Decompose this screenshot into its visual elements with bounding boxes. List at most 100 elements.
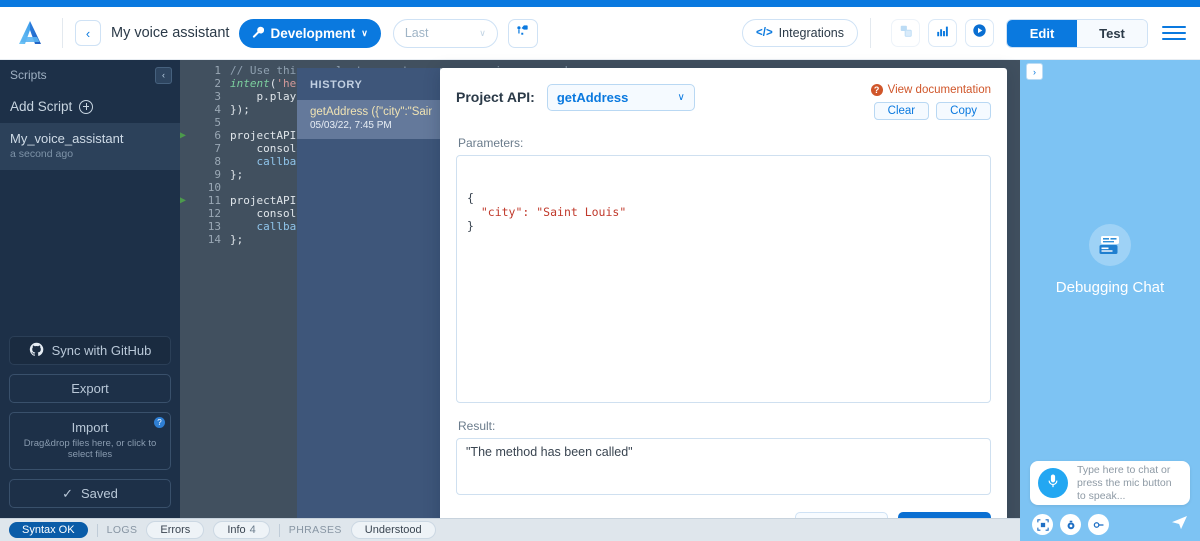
line-number: 4 [214,103,221,116]
line-number: 11 [207,194,221,207]
breakpoint-marker-icon[interactable] [180,116,192,129]
github-icon [29,342,44,360]
breakpoint-marker-icon[interactable] [180,155,192,168]
line-number: 3 [214,90,221,103]
app-header: ‹ My voice assistant Development ∨ Last … [0,7,1200,60]
sidebar-collapse-button[interactable]: ‹ [155,66,172,84]
breakpoint-marker-icon[interactable] [180,90,192,103]
breakpoint-marker-icon[interactable] [180,77,192,90]
analytics-button[interactable] [928,19,957,47]
breakpoint-marker-icon[interactable] [180,103,192,116]
edit-test-toggle[interactable]: Edit Test [1006,18,1148,48]
project-api-dialog: Project API: getAddress ∨ ? View documen… [440,68,1007,541]
copy-button[interactable]: Copy [936,102,991,120]
saved-status-button[interactable]: ✓ Saved [9,479,171,508]
help-badge-icon[interactable]: ? [154,417,165,428]
visual-state-icon[interactable] [1060,514,1081,535]
run-button[interactable] [965,19,994,47]
line-number: 5 [214,116,221,129]
clone-version-button[interactable] [507,18,538,48]
integrations-button[interactable]: </> Integrations [742,19,858,47]
sidebar-title: Scripts [10,68,47,82]
sidebar-footer: Sync with GitHub Export ? Import Drag&dr… [0,336,180,518]
line-number: 14 [207,233,221,246]
question-mark-icon: ? [870,84,883,96]
info-tab[interactable]: Info 4 [213,521,270,539]
back-button[interactable]: ‹ [75,20,101,46]
history-item-title: getAddress ({"city":"Sain... [310,106,432,118]
menu-button[interactable] [1162,22,1186,44]
scripts-sidebar: Scripts ‹ Add Script My_voice_assistant … [0,60,180,518]
errors-tab[interactable]: Errors [146,521,205,539]
view-documentation-link[interactable]: ? View documentation [870,84,991,96]
parameters-line: "city": "Saint Louis" [480,205,627,219]
tab-test[interactable]: Test [1077,19,1147,47]
breakpoint-marker-icon[interactable] [180,233,192,246]
add-script-button[interactable]: Add Script [0,90,180,123]
environment-label: Development [270,25,356,41]
sync-with-github-button[interactable]: Sync with GitHub [9,336,171,365]
back-chevron-icon: ‹ [85,25,91,41]
logs-label: LOGS [106,524,138,536]
understood-tab[interactable]: Understood [350,521,436,539]
send-icon[interactable] [1171,515,1188,535]
environment-selector[interactable]: Development ∨ [239,18,381,48]
parameters-input[interactable]: { "city": "Saint Louis"} [456,155,991,403]
code-brackets-icon: </> [756,27,773,39]
chat-empty-state: Debugging Chat [1020,60,1200,460]
project-api-label: Project API: [456,89,535,105]
breakpoint-marker-icon[interactable]: ▶ [180,194,192,207]
phrases-label: PHRASES [288,524,342,536]
api-method-select[interactable]: getAddress ∨ [546,84,695,111]
integrations-label: Integrations [778,26,844,40]
chevron-down-icon: ∨ [361,27,368,38]
status-bar: Syntax OK LOGS Errors Info 4 PHRASES Unde… [0,518,1020,541]
link-icon[interactable] [1088,514,1109,535]
sidebar-item-my-voice-assistant[interactable]: My_voice_assistant a second ago [0,123,180,170]
syntax-status-badge[interactable]: Syntax OK [9,522,88,538]
chevron-down-icon: ∨ [479,27,486,38]
import-dropzone[interactable]: ? Import Drag&drop files here, or click … [9,412,171,470]
tab-edit[interactable]: Edit [1007,19,1077,47]
breakpoint-marker-icon[interactable] [180,220,192,233]
breakpoint-marker-icon[interactable] [180,207,192,220]
line-number: 9 [214,168,221,181]
mic-button[interactable] [1038,468,1068,498]
github-label: Sync with GitHub [51,343,152,358]
line-number: 8 [214,155,221,168]
chat-input-row[interactable]: Type here to chat or press the mic butto… [1030,461,1190,505]
parameters-label: Parameters: [458,136,524,150]
menu-bar-1 [1162,26,1186,28]
copy-dialog-button[interactable] [891,19,920,47]
dialog-header-actions: ? View documentation Clear Copy [870,84,991,120]
line-number: 6 [214,129,221,142]
wrench-icon [252,26,265,41]
parameters-content: { "city": "Saint Louis"} [467,191,980,233]
history-title: HISTORY [310,79,363,91]
menu-bar-2 [1162,32,1186,34]
chevron-left-icon: ‹ [162,70,165,80]
line-number: 12 [207,207,221,220]
project-name: My voice assistant [111,25,230,41]
breakpoint-marker-icon[interactable] [180,181,192,194]
qr-code-icon[interactable] [1032,514,1053,535]
view-documentation-label: View documentation [887,84,991,96]
breakpoint-marker-icon[interactable]: ▶ [180,129,192,142]
microphone-icon [1046,473,1060,494]
breakpoint-marker-icon[interactable] [180,142,192,155]
breakpoint-marker-icon[interactable] [180,168,192,181]
clear-button[interactable]: Clear [873,102,930,120]
version-select[interactable]: Last ∨ [392,18,498,48]
menu-bar-3 [1162,38,1186,40]
line-number: 1 [214,64,221,77]
code-text: }; [230,233,244,246]
chat-input-area: Type here to chat or press the mic butto… [1030,461,1190,505]
export-button[interactable]: Export [9,374,171,403]
debugging-chat-panel: › Debugging Chat Type here to chat or pr… [1020,60,1200,541]
alan-logo-icon[interactable] [10,16,50,50]
breakpoint-marker-icon[interactable] [180,64,192,77]
result-output: "The method has been called" [456,438,991,495]
history-item[interactable]: getAddress ({"city":"Sain... 05/03/22, 7… [297,100,440,139]
import-hint: Drag&drop files here, or click to select… [23,438,157,460]
line-number: 13 [207,220,221,233]
